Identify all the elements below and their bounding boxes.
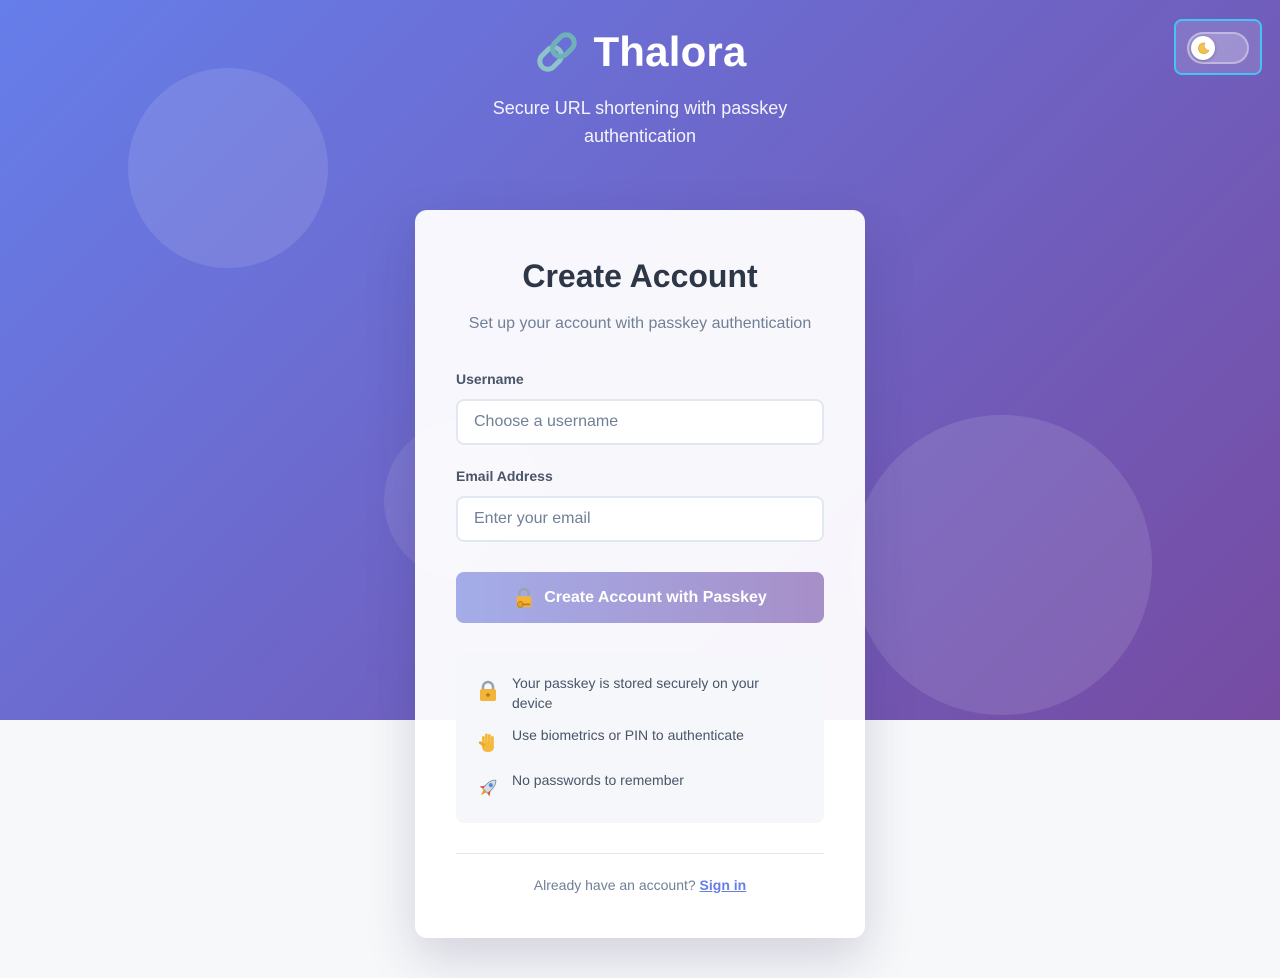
rocket-icon — [479, 779, 497, 797]
email-label: Email Address — [456, 468, 553, 484]
decorative-circle — [128, 68, 328, 268]
feature-text: Your passkey is stored securely on your … — [512, 675, 759, 711]
feature-text: Use biometrics or PIN to authenticate — [512, 727, 744, 743]
email-input[interactable] — [456, 496, 824, 542]
create-account-button-label: Create Account with Passkey — [544, 588, 767, 606]
signin-prompt: Already have an account? Sign in — [415, 876, 865, 894]
username-label: Username — [456, 371, 524, 387]
signup-card: Create Account Set up your account with … — [415, 210, 865, 938]
signin-prompt-text: Already have an account? — [533, 877, 696, 893]
raised-hand-icon — [478, 733, 494, 752]
link-icon — [537, 32, 578, 72]
signin-link[interactable]: Sign in — [700, 877, 747, 893]
app-title: Thalora — [593, 28, 747, 75]
lock-with-key-icon — [516, 587, 532, 608]
brand: Thalora — [0, 26, 1280, 78]
decorative-circle — [852, 415, 1152, 715]
card-title: Create Account — [522, 258, 758, 294]
username-input[interactable] — [456, 399, 824, 445]
app-tagline: Secure URL shortening with passkey authe… — [492, 98, 788, 146]
lock-icon — [480, 680, 496, 701]
card-subtitle: Set up your account with passkey authent… — [468, 315, 812, 332]
feature-text: No passwords to remember — [512, 772, 684, 788]
divider — [456, 853, 824, 854]
features-list: Your passkey is stored securely on your … — [456, 653, 824, 823]
create-account-button[interactable]: Create Account with Passkey — [456, 572, 824, 623]
